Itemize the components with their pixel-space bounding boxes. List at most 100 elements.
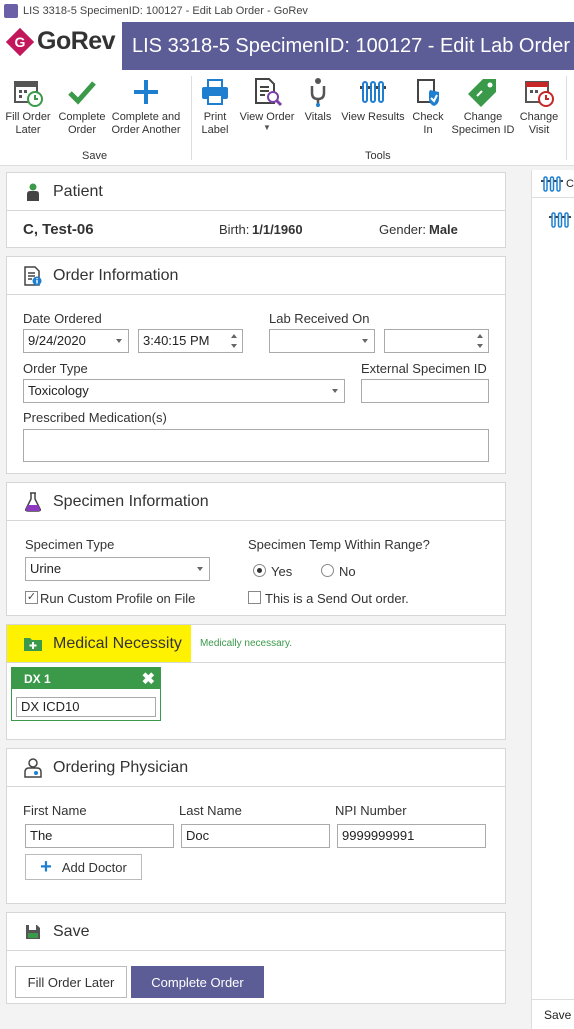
temp-yes-label: Yes bbox=[271, 564, 293, 579]
fill-order-later-button[interactable]: Fill Order Later bbox=[15, 966, 127, 998]
vitals-button[interactable]: Vitals bbox=[302, 76, 334, 124]
last-name-field[interactable]: Doc bbox=[181, 824, 330, 848]
medical-necessity-heading: Medical Necessity bbox=[53, 634, 182, 652]
specimen-information-card: Specimen Information Specimen Type Urine… bbox=[6, 482, 506, 616]
date-ordered-label: Date Ordered bbox=[23, 311, 102, 326]
medical-necessity-header: Medical Necessity Medically necessary. bbox=[7, 625, 505, 663]
lab-received-time-field[interactable] bbox=[384, 329, 489, 353]
tag-icon bbox=[468, 79, 496, 107]
test-tubes-icon bbox=[549, 212, 571, 228]
right-side-pane: C Save bbox=[531, 170, 574, 1029]
check-in-button[interactable]: Check In bbox=[410, 76, 446, 137]
ordering-physician-header: Ordering Physician bbox=[7, 749, 505, 787]
tools-group-label: Tools bbox=[365, 150, 391, 162]
run-custom-profile-label: Run Custom Profile on File bbox=[40, 591, 196, 606]
lab-received-date-field[interactable] bbox=[269, 329, 375, 353]
window-title: LIS 3318-5 SpecimenID: 100127 - Edit Lab… bbox=[23, 5, 308, 17]
temp-no-label: No bbox=[339, 564, 356, 579]
fill-order-later-ribbon-label: Fill Order Later bbox=[5, 111, 51, 136]
chevron-down-icon: ▼ bbox=[263, 123, 271, 132]
document-search-icon bbox=[255, 78, 283, 107]
save-heading: Save bbox=[53, 922, 90, 940]
fill-order-later-ribbon-button[interactable]: Fill Order Later bbox=[4, 76, 52, 137]
checkmark-icon bbox=[68, 81, 96, 105]
view-order-button[interactable]: View Order ▼ bbox=[238, 76, 296, 132]
plus-icon: + bbox=[40, 856, 52, 878]
order-type-select[interactable]: Toxicology bbox=[23, 379, 345, 403]
save-card: Save Fill Order Later Complete Order bbox=[6, 912, 506, 1004]
birth-date: 1/1/1960 bbox=[252, 222, 303, 237]
test-tubes-icon bbox=[360, 81, 386, 103]
complete-order-ribbon-label: Complete Order bbox=[58, 111, 106, 136]
order-type-label: Order Type bbox=[23, 361, 88, 376]
specimen-type-value: Urine bbox=[30, 561, 62, 576]
app-icon bbox=[4, 4, 18, 18]
gorev-logo: G GoRev bbox=[5, 27, 116, 56]
prescribed-medication-field[interactable] bbox=[23, 429, 489, 462]
test-tubes-icon bbox=[541, 175, 563, 192]
view-order-label: View Order bbox=[239, 111, 295, 123]
save-header: Save bbox=[7, 913, 505, 951]
right-pane-item[interactable] bbox=[532, 198, 574, 231]
patient-name: C, Test-06 bbox=[23, 221, 94, 238]
medical-necessity-status: Medically necessary. bbox=[199, 638, 293, 649]
change-specimen-id-button[interactable]: Change Specimen ID bbox=[450, 76, 516, 137]
complete-order-label: Complete Order bbox=[151, 974, 244, 990]
first-name-value: The bbox=[30, 828, 53, 843]
lab-received-label: Lab Received On bbox=[269, 311, 370, 326]
plus-icon bbox=[134, 80, 158, 104]
npi-number-field[interactable]: 9999999991 bbox=[337, 824, 486, 848]
complete-order-ribbon-button[interactable]: Complete Order bbox=[58, 76, 106, 137]
complete-order-button[interactable]: Complete Order bbox=[131, 966, 264, 998]
document-info-icon bbox=[23, 265, 43, 286]
time-ordered-field[interactable]: 3:40:15 PM bbox=[138, 329, 243, 353]
change-specimen-id-label: Change Specimen ID bbox=[451, 111, 515, 136]
complete-and-order-another-label: Complete and Order Another bbox=[111, 111, 181, 136]
send-out-label: This is a Send Out order. bbox=[265, 591, 409, 606]
dx-card-header: DX 1 ✖ bbox=[12, 668, 160, 689]
dx-code-value: DX ICD10 bbox=[21, 699, 80, 714]
specimen-type-select[interactable]: Urine bbox=[25, 557, 210, 581]
complete-and-order-another-button[interactable]: Complete and Order Another bbox=[110, 76, 182, 137]
order-information-header: Order Information bbox=[7, 257, 505, 295]
date-ordered-value: 9/24/2020 bbox=[28, 333, 86, 348]
ordering-physician-card: Ordering Physician First Name The Last N… bbox=[6, 748, 506, 904]
external-specimen-id-field[interactable] bbox=[361, 379, 489, 403]
right-pane-save-button[interactable]: Save bbox=[532, 999, 574, 1022]
date-ordered-field[interactable]: 9/24/2020 bbox=[23, 329, 129, 353]
npi-number-label: NPI Number bbox=[335, 803, 407, 818]
run-custom-profile-checkbox[interactable]: ✓ bbox=[25, 591, 38, 604]
external-specimen-id-label: External Specimen ID bbox=[361, 361, 487, 376]
calendar-clock-icon bbox=[525, 81, 554, 107]
specimen-type-label: Specimen Type bbox=[25, 537, 115, 552]
gender-value: Male bbox=[429, 222, 458, 237]
last-name-label: Last Name bbox=[179, 803, 242, 818]
add-doctor-button[interactable]: + Add Doctor bbox=[25, 854, 142, 880]
printer-icon bbox=[202, 79, 228, 105]
calendar-clock-icon bbox=[14, 81, 43, 107]
temp-yes-radio[interactable] bbox=[253, 564, 266, 577]
print-label-button[interactable]: Print Label bbox=[196, 76, 234, 137]
doctor-icon bbox=[23, 757, 43, 778]
send-out-checkbox[interactable] bbox=[248, 591, 261, 604]
dx-card: DX 1 ✖ DX ICD10 bbox=[11, 667, 161, 721]
shield-check-icon bbox=[417, 79, 439, 106]
check-in-label: Check In bbox=[412, 111, 444, 136]
vitals-label: Vitals bbox=[304, 111, 332, 123]
person-icon bbox=[23, 182, 43, 202]
dx-code-field[interactable]: DX ICD10 bbox=[16, 697, 156, 717]
floppy-disk-icon bbox=[23, 922, 43, 942]
print-label-label: Print Label bbox=[201, 111, 229, 136]
add-doctor-label: Add Doctor bbox=[61, 859, 127, 875]
right-pane-tab[interactable]: C bbox=[532, 170, 574, 198]
first-name-field[interactable]: The bbox=[25, 824, 174, 848]
close-icon[interactable]: ✖ bbox=[142, 669, 155, 689]
page-title: LIS 3318-5 SpecimenID: 100127 - Edit Lab… bbox=[122, 22, 574, 70]
order-type-value: Toxicology bbox=[28, 383, 89, 398]
gorev-logo-icon: G bbox=[5, 27, 35, 56]
view-results-button[interactable]: View Results bbox=[340, 76, 406, 124]
fill-order-later-label: Fill Order Later bbox=[27, 974, 115, 990]
temp-no-radio[interactable] bbox=[321, 564, 334, 577]
change-visit-button[interactable]: Change Visit bbox=[518, 76, 560, 137]
specimen-temp-label: Specimen Temp Within Range? bbox=[248, 537, 430, 552]
